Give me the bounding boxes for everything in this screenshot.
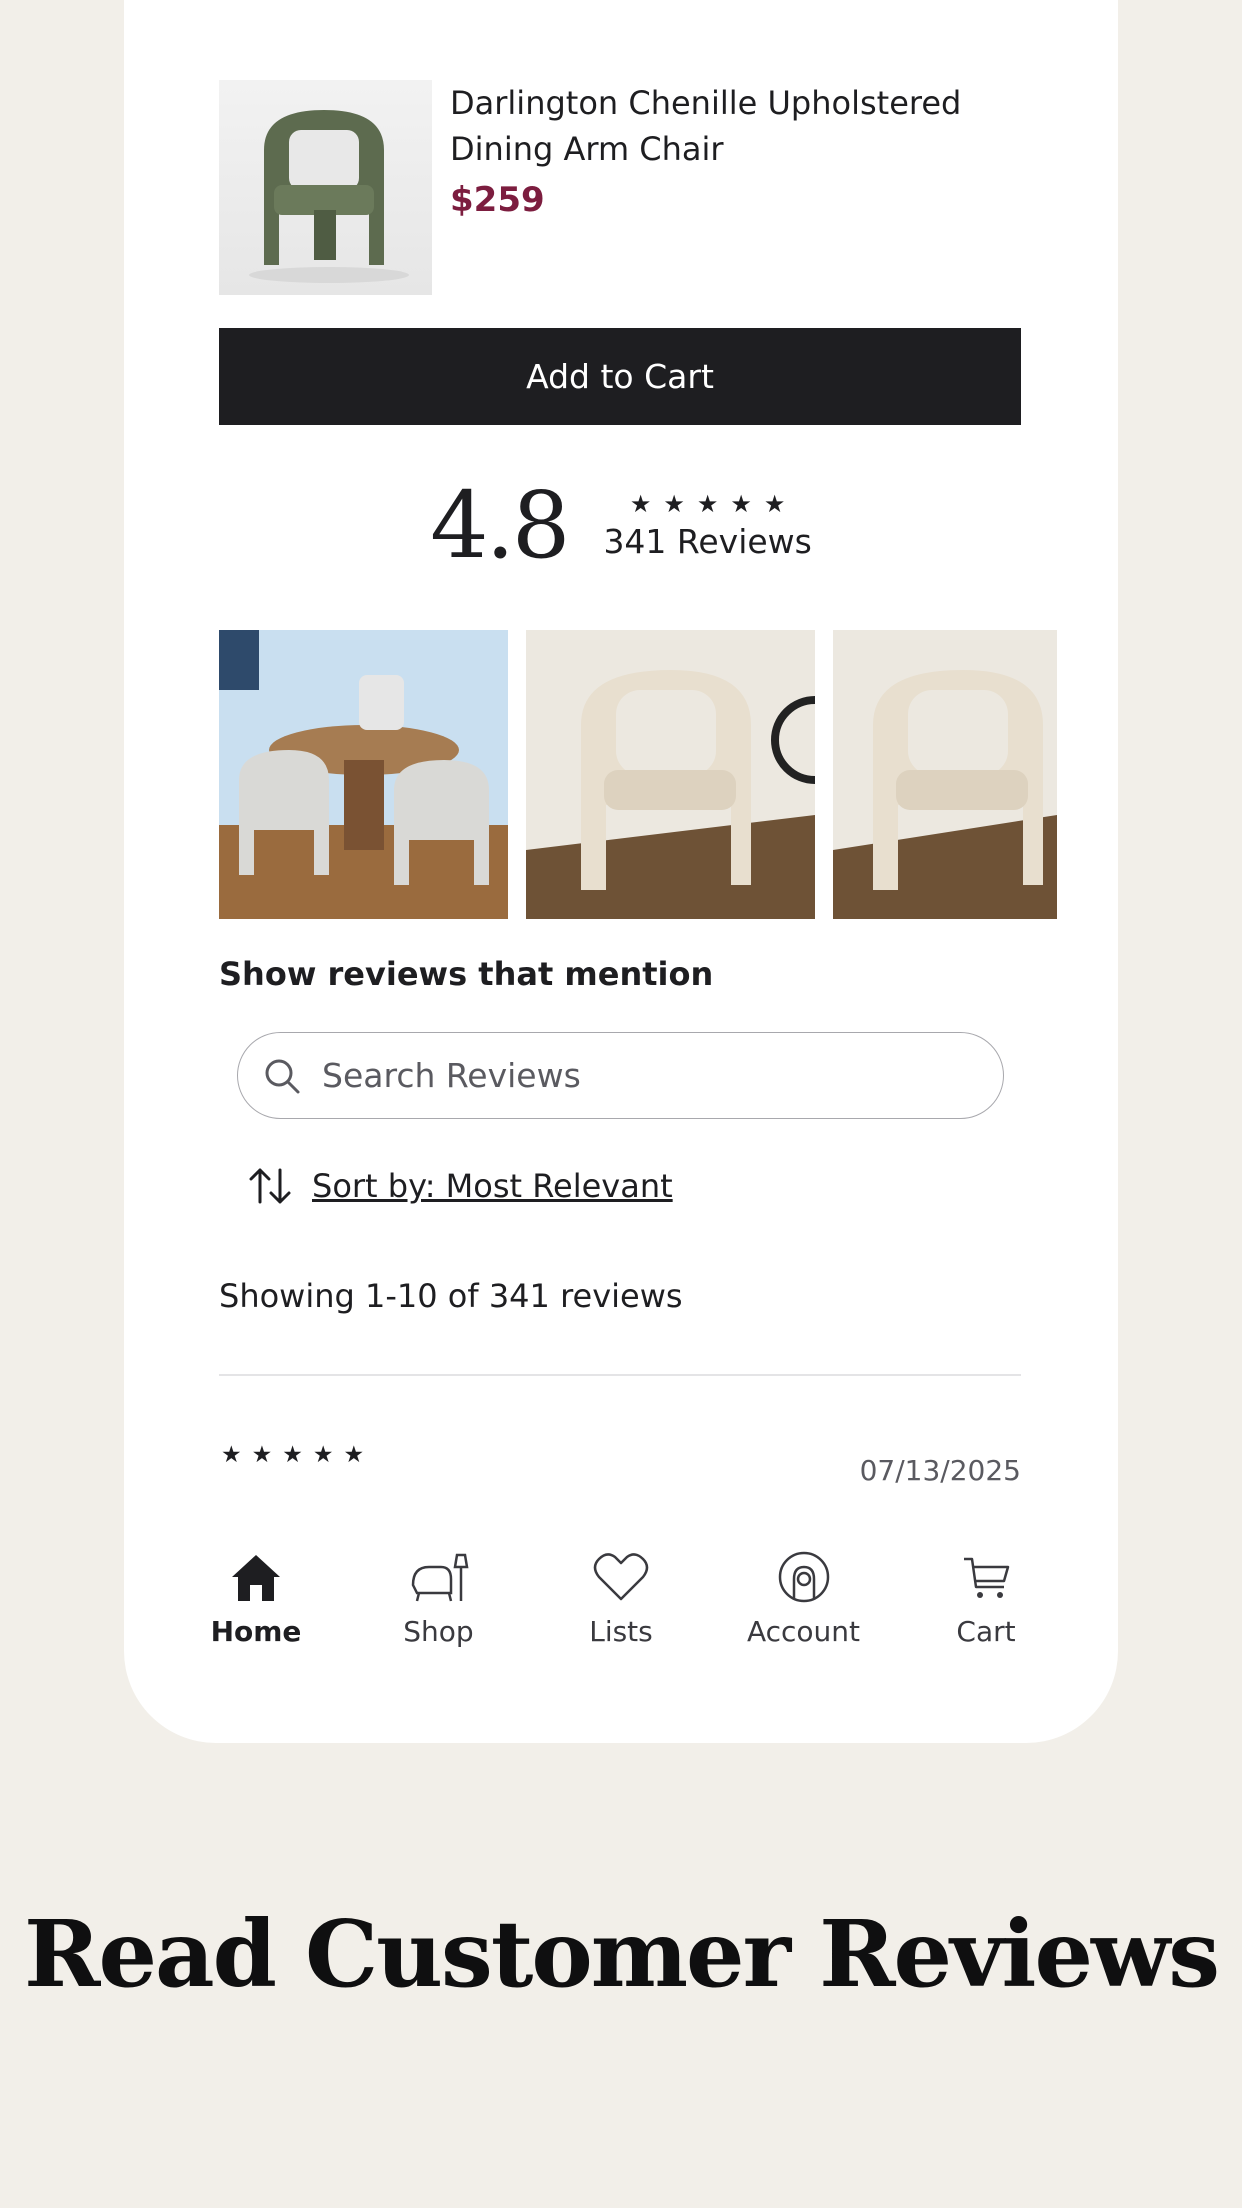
review-count[interactable]: 341 Reviews: [603, 522, 811, 561]
dining-set-photo-graphic: [219, 630, 508, 919]
sort-control[interactable]: Sort by: Most Relevant: [246, 1162, 673, 1210]
tab-label: Cart: [956, 1615, 1016, 1648]
product-image[interactable]: [219, 80, 432, 295]
tab-cart[interactable]: Cart: [906, 1545, 1066, 1648]
divider: [219, 1374, 1021, 1376]
rating-value: 4.8: [430, 472, 570, 579]
heart-icon: [593, 1553, 649, 1601]
star-icon: ★: [696, 489, 719, 518]
product-name[interactable]: Darlington Chenille Upholstered Dining A…: [450, 80, 990, 172]
star-icon: ★: [221, 1442, 242, 1468]
tab-label: Shop: [403, 1615, 474, 1648]
rating-summary: 4.8 ★ ★ ★ ★ ★ 341 Reviews: [124, 480, 1118, 572]
review-photo[interactable]: [526, 630, 815, 919]
star-icon: ★: [763, 489, 786, 518]
review-photo[interactable]: [833, 630, 1057, 919]
product-price: $259: [450, 180, 545, 220]
cart-icon: [964, 1557, 1010, 1598]
bottom-tab-bar: Home Shop Lists Account Cart: [176, 1545, 1066, 1648]
showing-count: Showing 1-10 of 341 reviews: [219, 1277, 683, 1315]
sort-label[interactable]: Sort by: Most Relevant: [312, 1167, 673, 1205]
star-icon: ★: [312, 1442, 334, 1468]
review-rating-stars: ★ ★ ★ ★ ★: [221, 1444, 364, 1467]
chair-photo-graphic: [833, 630, 1057, 919]
review-photo[interactable]: [219, 630, 508, 919]
add-to-cart-button[interactable]: Add to Cart: [219, 328, 1021, 425]
tab-lists[interactable]: Lists: [541, 1545, 701, 1648]
tab-label: Home: [210, 1615, 302, 1648]
chair-lamp-icon: [411, 1553, 468, 1602]
chair-photo-graphic: [526, 630, 815, 919]
review-photos: [219, 630, 1057, 919]
search-reviews-input[interactable]: [322, 1056, 962, 1095]
star-icon: ★: [282, 1442, 303, 1468]
search-reviews-field[interactable]: [237, 1032, 1004, 1119]
mention-heading: Show reviews that mention: [219, 955, 714, 993]
product-summary: Darlington Chenille Upholstered Dining A…: [219, 80, 1021, 295]
sort-arrows-icon: [249, 1168, 291, 1204]
tab-home[interactable]: Home: [176, 1545, 336, 1648]
app-screen: Darlington Chenille Upholstered Dining A…: [124, 0, 1118, 1743]
tab-label: Account: [746, 1615, 861, 1648]
star-icon: ★: [663, 489, 685, 518]
star-icon: ★: [343, 1442, 365, 1468]
marketing-headline: Read Customer Reviews: [23, 1900, 1220, 2008]
star-icon: ★: [730, 489, 752, 518]
tab-account[interactable]: Account: [724, 1545, 884, 1648]
review-date: 07/13/2025: [859, 1454, 1021, 1487]
chair-product-graphic: [249, 110, 409, 283]
search-icon: [265, 1059, 300, 1093]
rating-stars: ★ ★ ★ ★ ★: [603, 492, 811, 516]
tab-label: Lists: [589, 1615, 653, 1648]
account-icon: [778, 1551, 829, 1603]
tab-shop[interactable]: Shop: [359, 1545, 519, 1648]
star-icon: ★: [629, 489, 652, 518]
home-icon: [232, 1555, 280, 1601]
star-icon: ★: [251, 1442, 273, 1468]
